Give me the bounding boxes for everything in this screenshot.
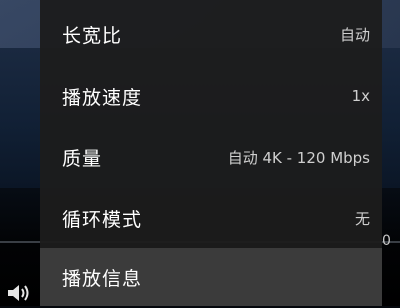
menu-item-label: 长宽比 bbox=[62, 24, 123, 47]
menu-item-label: 质量 bbox=[62, 147, 103, 170]
menu-item-label: 循环模式 bbox=[62, 208, 143, 231]
menu-item-label: 播放速度 bbox=[62, 86, 143, 109]
menu-item-value: 无 bbox=[354, 209, 370, 228]
speaker-icon[interactable] bbox=[6, 282, 34, 304]
menu-item-value: 自动 bbox=[339, 25, 370, 44]
settings-menu: 长宽比 自动 播放速度 1x 质量 自动 4K - 120 Mbps 循环模式 … bbox=[40, 0, 382, 306]
menu-item-value: 自动 4K - 120 Mbps bbox=[227, 148, 370, 167]
menu-item-value: 1x bbox=[351, 87, 370, 105]
menu-item-playback-info[interactable]: 播放信息 bbox=[40, 248, 382, 306]
time-display-fragment: 0 bbox=[382, 233, 391, 249]
menu-item-loop-mode[interactable]: 循环模式 无 bbox=[40, 187, 382, 249]
menu-item-aspect-ratio[interactable]: 长宽比 自动 bbox=[40, 3, 382, 65]
menu-item-label: 播放信息 bbox=[62, 267, 143, 290]
menu-item-playback-speed[interactable]: 播放速度 1x bbox=[40, 65, 382, 127]
menu-item-quality[interactable]: 质量 自动 4K - 120 Mbps bbox=[40, 126, 382, 188]
